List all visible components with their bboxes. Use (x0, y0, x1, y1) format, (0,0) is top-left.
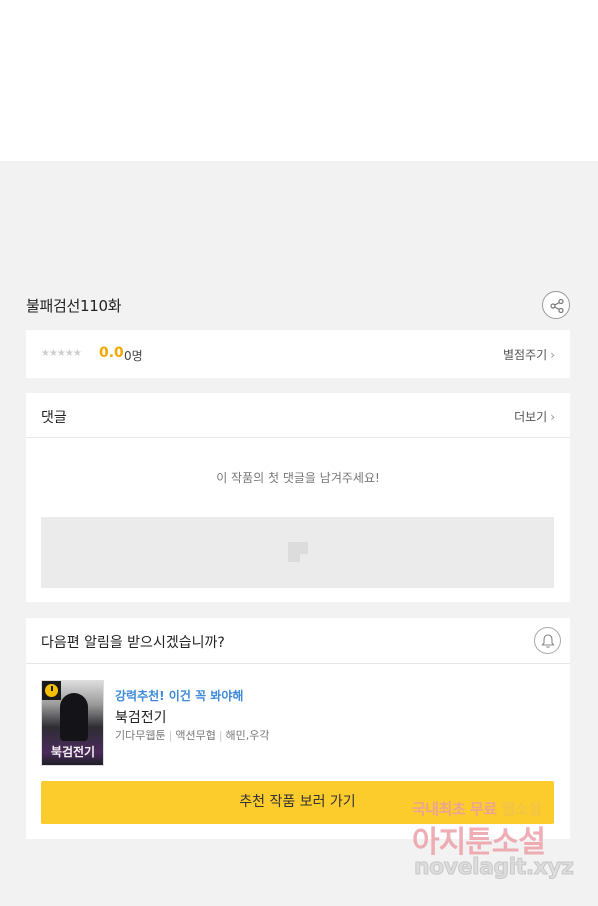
wait-free-badge (42, 681, 61, 700)
star-rating-icon: ★★★★★ (41, 348, 82, 359)
recommended-thumbnail[interactable]: 북검전기 (41, 680, 104, 766)
site-watermark: 국내최초 무료 웹소설 아지툰소설 novelagit.xyz (410, 798, 590, 888)
alarm-header: 다음편 알림을 받으시겠습니까? (26, 618, 570, 664)
meta-separator: | (168, 729, 173, 742)
comment-empty-message: 이 작품의 첫 댓글을 남겨주세요! (216, 471, 380, 485)
recommendation-title[interactable]: 북검전기 (115, 707, 167, 727)
recommendation-genre: 액션무협 (175, 729, 216, 742)
watermark-domain: novelagit.xyz (413, 855, 574, 881)
chevron-right-icon: › (550, 348, 555, 362)
bell-icon (541, 634, 555, 648)
watermark-tagline: 국내최초 무료 웹소설 (412, 798, 542, 819)
alarm-question: 다음편 알림을 받으시겠습니까? (41, 635, 225, 651)
alarm-toggle-button[interactable] (534, 627, 561, 654)
comment-placeholder-icon (288, 542, 308, 562)
rating-card: ★★★★★ 0.0 0명 별점주기 › (26, 330, 570, 378)
recommendation-tag: 강력추천! 이건 꼭 봐야해 (115, 689, 244, 703)
comment-input-box[interactable] (41, 517, 554, 588)
meta-separator: | (218, 729, 223, 742)
recommendation-artist: 해민,우각 (225, 729, 270, 742)
comment-more-label: 더보기 (514, 410, 548, 424)
share-button[interactable] (542, 291, 570, 319)
content-top-area (0, 0, 598, 161)
thumbnail-figure (60, 693, 88, 741)
episode-title: 불패검선110화 (26, 297, 122, 315)
comment-header: 댓글 더보기 › (26, 393, 570, 438)
thumbnail-title: 북검전기 (50, 745, 96, 759)
rating-count: 0명 (124, 349, 143, 363)
chevron-right-icon: › (550, 410, 555, 424)
comment-title: 댓글 (41, 410, 67, 426)
recommendation-meta: 기다무웹툰 | 액션무협 | 해민,우각 (115, 727, 270, 743)
recommendation-author: 기다무웹툰 (115, 729, 166, 742)
watermark-tagline-prefix: 국내최초 무료 (412, 800, 502, 818)
watermark-tagline-highlight: 웹소설 (501, 800, 542, 818)
rate-button[interactable]: 별점주기 › (503, 346, 555, 363)
comment-card: 댓글 더보기 › 이 작품의 첫 댓글을 남겨주세요! (26, 393, 570, 602)
clock-icon (45, 684, 58, 697)
episode-header: 불패검선110화 (26, 290, 570, 320)
rate-button-label: 별점주기 (503, 348, 548, 362)
comment-more-button[interactable]: 더보기 › (514, 408, 555, 425)
share-icon (550, 298, 564, 314)
rating-score: 0.0 (99, 345, 124, 361)
